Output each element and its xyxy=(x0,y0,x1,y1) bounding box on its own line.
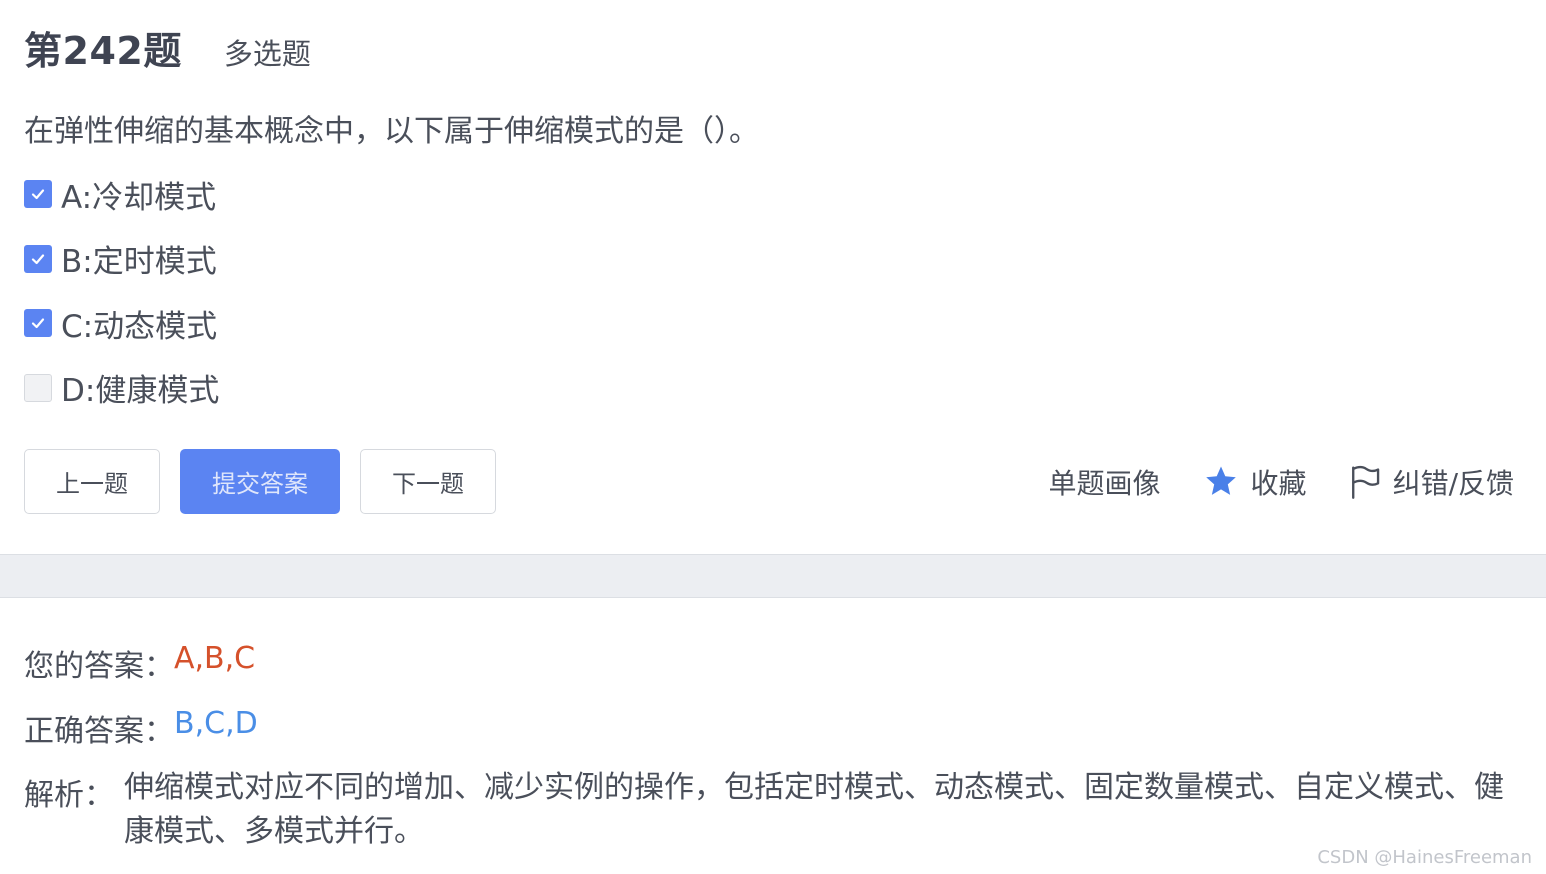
option-c[interactable]: C:动态模式 xyxy=(24,291,219,356)
correct-answer-value: B,C,D xyxy=(174,706,258,741)
options-list: A:冷却模式 B:定时模式 C:动态模式 D:健康模式 xyxy=(24,162,219,420)
correct-answer-label: 正确答案： xyxy=(24,714,174,749)
question-portrait-label: 单题画像 xyxy=(1048,467,1161,500)
favorite-label: 收藏 xyxy=(1250,467,1307,500)
question-actions: 单题画像 收藏 纠错/反馈 xyxy=(1049,458,1514,506)
option-label: D:健康模式 xyxy=(61,373,220,410)
checkbox-unchecked-icon[interactable] xyxy=(24,373,52,402)
correct-answer-row: 正确答案： B,C,D xyxy=(24,706,258,750)
section-divider xyxy=(0,554,1546,598)
question-stem: 在弹性伸缩的基本概念中，以下属于伸缩模式的是（）。 xyxy=(24,114,759,149)
question-header: 第242题 多选题 xyxy=(24,20,311,75)
analysis-text: 伸缩模式对应不同的增加、减少实例的操作，包括定时模式、动态模式、固定数量模式、自… xyxy=(124,770,1504,849)
prev-question-button[interactable]: 上一题 xyxy=(24,449,160,514)
submit-answer-button[interactable]: 提交答案 xyxy=(180,449,340,514)
question-type: 多选题 xyxy=(223,37,311,71)
watermark: CSDN @HainesFreeman xyxy=(1317,847,1532,868)
flag-icon xyxy=(1351,465,1379,499)
option-a[interactable]: A:冷却模式 xyxy=(24,162,219,227)
question-number: 第242题 xyxy=(24,29,182,73)
option-label: B:定时模式 xyxy=(61,244,217,281)
option-b[interactable]: B:定时模式 xyxy=(24,227,219,292)
checkbox-checked-icon[interactable] xyxy=(24,309,52,338)
star-icon xyxy=(1205,466,1236,495)
checkbox-checked-icon[interactable] xyxy=(24,244,52,273)
option-label: A:冷却模式 xyxy=(61,179,217,216)
analysis-label: 解析： xyxy=(24,778,114,813)
feedback-button[interactable]: 纠错/反馈 xyxy=(1349,462,1514,502)
question-portrait-link[interactable]: 单题画像 xyxy=(1049,462,1161,502)
next-question-button[interactable]: 下一题 xyxy=(360,449,496,514)
option-label: C:动态模式 xyxy=(61,308,218,345)
analysis-row: 解析： 伸缩模式对应不同的增加、减少实例的操作，包括定时模式、动态模式、固定数量… xyxy=(24,770,1514,854)
your-answer-label: 您的答案： xyxy=(24,649,174,684)
your-answer-value: A,B,C xyxy=(174,641,256,676)
option-d[interactable]: D:健康模式 xyxy=(24,356,219,421)
feedback-label: 纠错/反馈 xyxy=(1392,467,1514,500)
your-answer-row: 您的答案： A,B,C xyxy=(24,641,255,685)
checkbox-checked-icon[interactable] xyxy=(24,180,52,209)
favorite-button[interactable]: 收藏 xyxy=(1203,462,1307,502)
question-page: 第242题 多选题 在弹性伸缩的基本概念中，以下属于伸缩模式的是（）。 A:冷却… xyxy=(0,0,1546,874)
